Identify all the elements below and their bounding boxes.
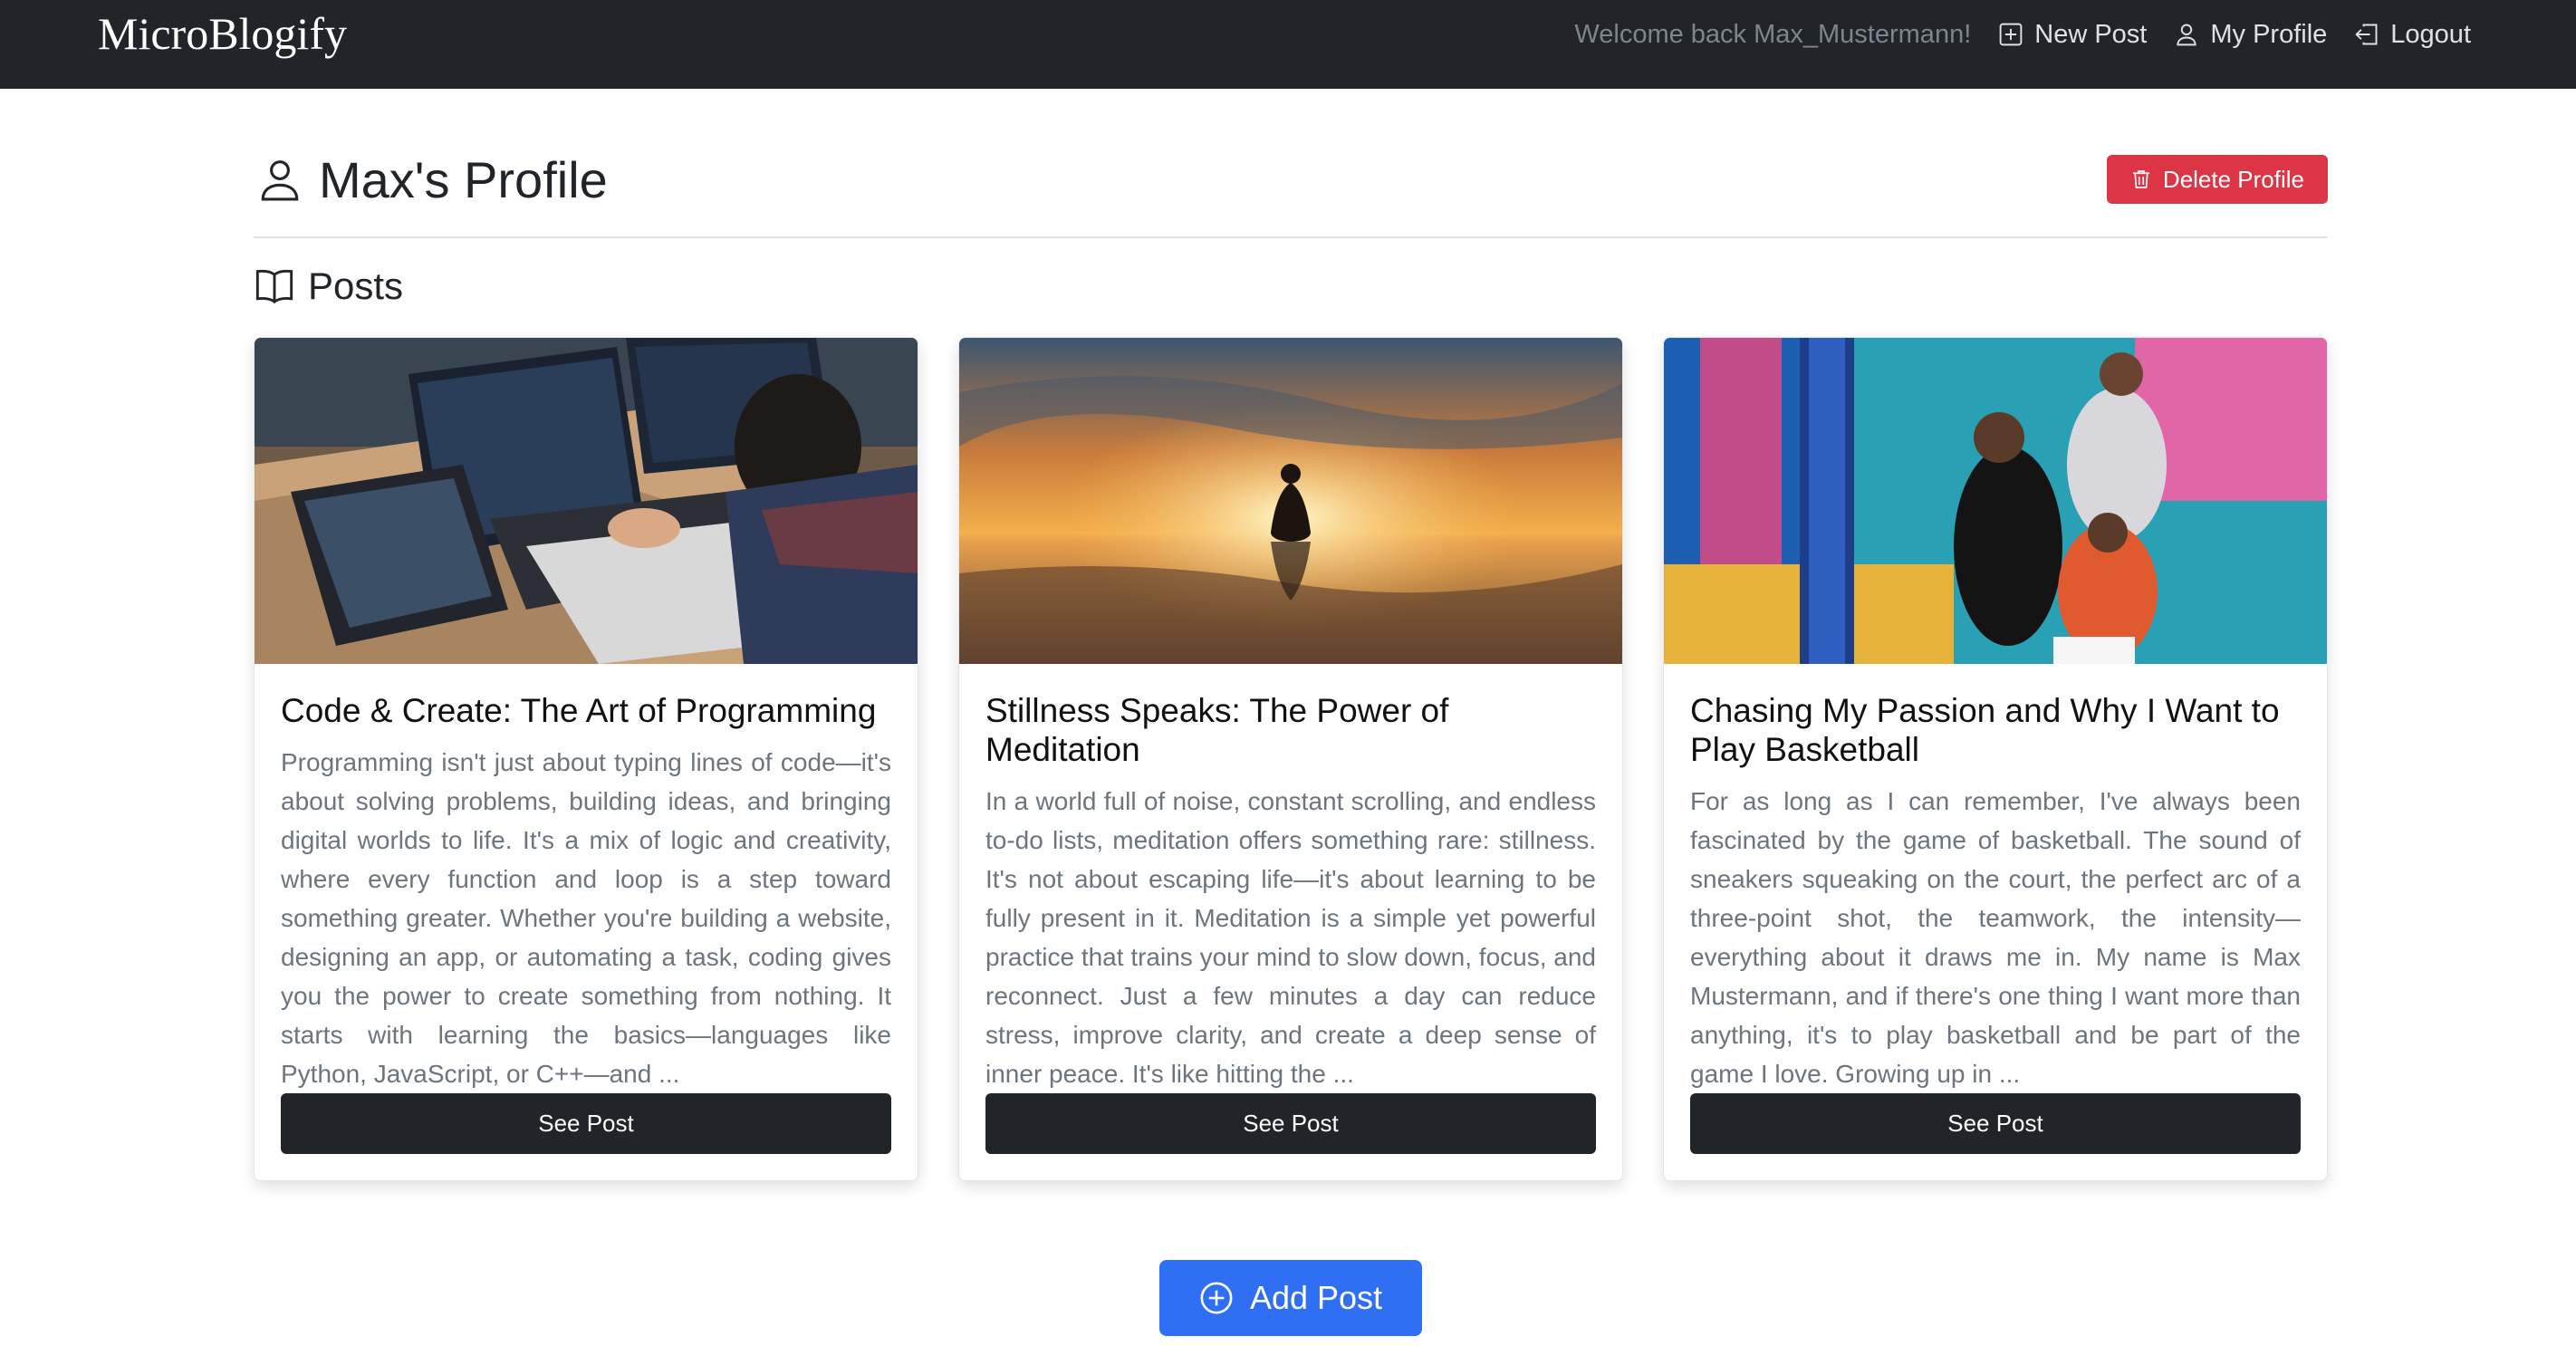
person-icon [2177, 24, 2196, 46]
my-profile-link[interactable]: My Profile [2174, 20, 2327, 50]
logout-icon [2355, 24, 2378, 45]
card-body: Chasing My Passion and Why I Want to Pla… [1664, 664, 2327, 1093]
post-title: Code & Create: The Art of Programming [281, 692, 877, 729]
new-post-label: New Post [2034, 19, 2148, 49]
my-profile-label: My Profile [2210, 19, 2328, 49]
delete-profile-label: Delete Profile [2162, 165, 2304, 193]
basketball-players-photo [1664, 338, 2327, 664]
see-post-button[interactable]: See Post [1690, 1093, 2301, 1154]
add-post-button[interactable]: Add Post [1159, 1260, 1422, 1336]
post-title: Chasing My Passion and Why I Want to Pla… [1690, 692, 2280, 768]
trash-icon [2132, 170, 2149, 188]
card-body: Stillness Speaks: The Power of Meditatio… [959, 664, 1622, 1093]
page-title: Max's Profile [257, 150, 608, 209]
see-post-button[interactable]: See Post [985, 1093, 1596, 1154]
post-excerpt: For as long as I can remember, I've alwa… [1690, 787, 2301, 1088]
add-post-label: Add Post [1249, 1279, 1383, 1316]
delete-profile-button[interactable]: Delete Profile [2106, 155, 2328, 204]
posts-heading-text: Posts [308, 264, 404, 307]
plus-circle-icon [1200, 1282, 1233, 1314]
plus-square-icon [1999, 23, 2023, 46]
meditation-sunset-photo [959, 338, 1622, 664]
welcome-text: Welcome back Max_Mustermann! [1574, 19, 1972, 49]
post-excerpt: Programming isn't just about typing line… [281, 748, 891, 1088]
post-card: Code & Create: The Art of Programming Pr… [254, 337, 918, 1181]
post-card: Stillness Speaks: The Power of Meditatio… [958, 337, 1623, 1181]
post-card: Chasing My Passion and Why I Want to Pla… [1663, 337, 2328, 1181]
book-icon [255, 269, 293, 304]
programmer-at-laptop-photo [255, 338, 918, 664]
brand-logo[interactable]: MicroBlogify [98, 0, 347, 89]
logout-link[interactable]: Logout [2354, 20, 2471, 50]
posts-grid: Code & Create: The Art of Programming Pr… [254, 337, 2328, 1181]
card-body: Code & Create: The Art of Programming Pr… [255, 664, 918, 1093]
navbar: MicroBlogify Welcome back Max_Mustermann… [0, 0, 2576, 89]
divider [254, 236, 2328, 238]
post-title: Stillness Speaks: The Power of Meditatio… [985, 692, 1449, 768]
new-post-link[interactable]: New Post [1998, 20, 2147, 50]
posts-heading: Posts [254, 261, 403, 312]
person-icon [261, 160, 299, 201]
see-post-button[interactable]: See Post [281, 1093, 891, 1154]
profile-title-text: Max's Profile [319, 150, 608, 208]
post-excerpt: In a world full of noise, constant scrol… [985, 787, 1596, 1088]
profile-header: Max's Profile Delete Profile [254, 134, 2328, 225]
nav-links: Welcome back Max_Mustermann! New Post My… [1574, 0, 2471, 69]
logout-label: Logout [2390, 19, 2471, 49]
